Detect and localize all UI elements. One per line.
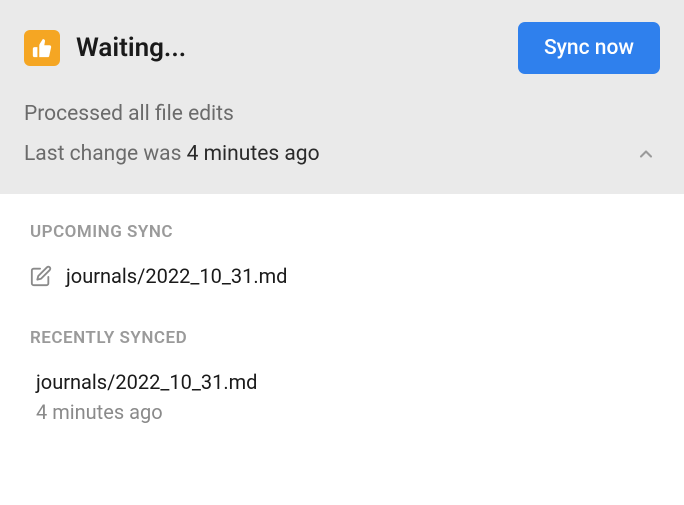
sync-header: Waiting... Sync now Processed all file e…	[0, 0, 684, 194]
recent-item: journals/2022_10_31.md 4 minutes ago	[36, 370, 660, 424]
chevron-up-icon[interactable]	[632, 140, 660, 168]
processed-status: Processed all file edits	[24, 102, 660, 126]
upcoming-section-title: UPCOMING SYNC	[30, 222, 660, 242]
last-change-row: Last change was 4 minutes ago	[24, 140, 660, 168]
recent-section-title: RECENTLY SYNCED	[30, 328, 660, 348]
recent-time: 4 minutes ago	[36, 400, 660, 424]
last-change-text: Last change was 4 minutes ago	[24, 142, 320, 166]
upcoming-file-path: journals/2022_10_31.md	[66, 264, 287, 288]
sync-body: UPCOMING SYNC journals/2022_10_31.md REC…	[0, 194, 684, 448]
upcoming-item: journals/2022_10_31.md	[30, 264, 660, 288]
header-left: Waiting...	[24, 30, 186, 66]
status-title: Waiting...	[76, 33, 186, 63]
last-change-prefix: Last change was	[24, 142, 187, 166]
sync-now-button[interactable]: Sync now	[518, 22, 660, 74]
edit-icon	[30, 265, 52, 287]
recent-file-path: journals/2022_10_31.md	[36, 370, 660, 394]
last-change-time: 4 minutes ago	[187, 142, 320, 166]
header-top-row: Waiting... Sync now	[24, 22, 660, 74]
thumbs-up-icon	[24, 30, 60, 66]
